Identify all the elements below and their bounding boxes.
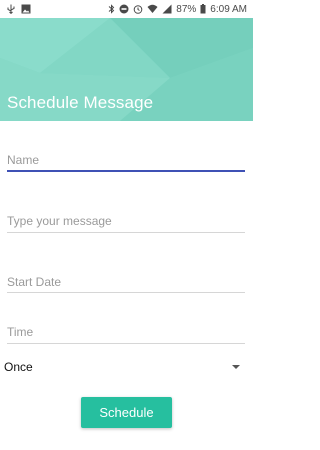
time-input-underline (7, 343, 245, 344)
repeat-dropdown-value: Once (4, 360, 33, 374)
dnd-icon (119, 4, 129, 14)
bluetooth-icon (108, 4, 115, 14)
battery-icon (200, 4, 206, 14)
app-header: Schedule Message (0, 18, 253, 121)
name-input[interactable] (7, 149, 245, 171)
name-input-underline (7, 170, 245, 172)
clock-time: 6:09 AM (210, 3, 247, 15)
signal-icon (162, 4, 172, 14)
message-input[interactable] (7, 210, 245, 232)
usb-icon (6, 4, 16, 14)
message-input-underline (7, 232, 245, 233)
schedule-button[interactable]: Schedule (81, 397, 172, 428)
start-date-input-underline (7, 292, 245, 293)
dropdown-arrow-icon (232, 365, 240, 369)
time-input[interactable] (7, 321, 245, 343)
start-date-input[interactable] (7, 271, 245, 293)
image-icon (21, 4, 31, 14)
wifi-icon (147, 4, 158, 14)
repeat-dropdown[interactable]: Once (4, 358, 244, 376)
page-title: Schedule Message (7, 93, 154, 112)
alarm-icon (133, 4, 143, 14)
status-bar: 87% 6:09 AM (0, 0, 253, 18)
battery-percentage: 87% (176, 3, 197, 15)
